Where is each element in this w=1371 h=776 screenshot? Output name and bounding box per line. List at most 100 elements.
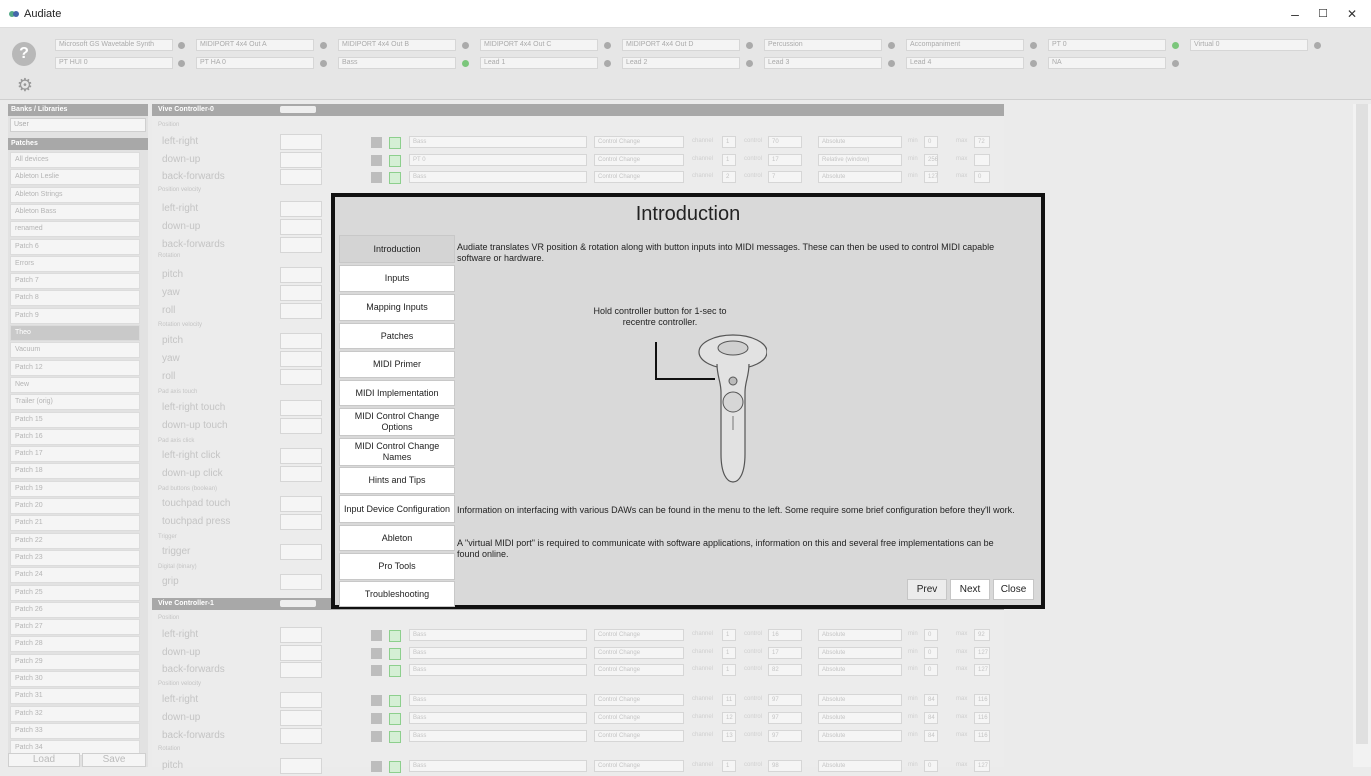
enable-toggle[interactable] [371, 665, 382, 676]
min-field[interactable]: 0 [924, 647, 938, 659]
active-indicator[interactable] [389, 665, 401, 677]
patch-item[interactable]: Patch 26 [10, 601, 140, 618]
mode-select[interactable]: Absolute [818, 629, 902, 641]
mode-select[interactable]: Absolute [818, 136, 902, 148]
help-nav-item[interactable]: MIDI Control Change Names [339, 438, 455, 466]
max-field[interactable]: 127 [974, 647, 990, 659]
message-type-select[interactable]: Control Change [594, 136, 684, 148]
patch-item[interactable]: Patch 16 [10, 428, 140, 445]
control-field[interactable]: 7 [768, 171, 802, 183]
max-field[interactable]: 72 [974, 136, 990, 148]
enable-toggle[interactable] [371, 713, 382, 724]
port-status-dot[interactable] [1030, 42, 1037, 49]
control-field[interactable]: 17 [768, 647, 802, 659]
patch-item[interactable]: Patch 32 [10, 705, 140, 722]
channel-field[interactable]: 2 [722, 171, 736, 183]
channel-field[interactable]: 12 [722, 712, 736, 724]
control-field[interactable]: 17 [768, 154, 802, 166]
message-type-select[interactable]: Control Change [594, 154, 684, 166]
max-field[interactable]: 116 [974, 730, 990, 742]
help-nav-item[interactable]: MIDI Implementation [339, 380, 455, 406]
control-field[interactable]: 82 [768, 664, 802, 676]
message-type-select[interactable]: Control Change [594, 664, 684, 676]
help-nav-item[interactable]: Hints and Tips [339, 467, 455, 494]
control-field[interactable]: 98 [768, 760, 802, 772]
port-status-dot[interactable] [746, 42, 753, 49]
port-status-dot[interactable] [1172, 60, 1179, 67]
controller-0-toggle[interactable] [280, 106, 316, 113]
help-nav-item[interactable]: Ableton [339, 525, 455, 551]
message-type-select[interactable]: Control Change [594, 760, 684, 772]
active-indicator[interactable] [389, 155, 401, 167]
active-indicator[interactable] [389, 630, 401, 642]
midi-port[interactable]: MIDIPORT 4x4 Out C [480, 39, 598, 51]
load-button[interactable]: Load [8, 753, 80, 767]
max-field[interactable]: 127 [974, 760, 990, 772]
midi-port[interactable]: Lead 3 [764, 57, 882, 69]
patch-item[interactable]: Theo [10, 325, 140, 341]
channel-field[interactable]: 1 [722, 664, 736, 676]
patch-item[interactable]: Ableton Strings [10, 186, 140, 203]
midi-port[interactable]: Percussion [764, 39, 882, 51]
port-select[interactable]: Bass [409, 136, 587, 148]
scrollbar-thumb[interactable] [1356, 104, 1368, 744]
active-indicator[interactable] [389, 761, 401, 773]
patch-item[interactable]: Patch 24 [10, 567, 140, 584]
active-indicator[interactable] [389, 713, 401, 725]
active-indicator[interactable] [389, 137, 401, 149]
maximize-button[interactable]: ☐ [1309, 4, 1337, 24]
min-field[interactable]: 84 [924, 694, 938, 706]
min-field[interactable]: 0 [924, 760, 938, 772]
min-field[interactable]: 84 [924, 712, 938, 724]
patch-item[interactable]: Patch 21 [10, 515, 140, 532]
max-field[interactable]: 116 [974, 694, 990, 706]
port-select[interactable]: PT 0 [409, 154, 587, 166]
midi-port[interactable]: Virtual 0 [1190, 39, 1308, 51]
patch-item[interactable]: Patch 22 [10, 532, 140, 549]
message-type-select[interactable]: Control Change [594, 730, 684, 742]
max-field[interactable]: 116 [974, 712, 990, 724]
patch-item[interactable]: Vacuum [10, 342, 140, 359]
port-select[interactable]: Bass [409, 730, 587, 742]
help-nav-item[interactable]: Troubleshooting [339, 581, 455, 607]
midi-port[interactable]: Lead 4 [906, 57, 1024, 69]
patch-item[interactable]: Patch 20 [10, 498, 140, 514]
patch-item[interactable]: renamed [10, 221, 140, 238]
port-status-dot[interactable] [888, 42, 895, 49]
midi-port[interactable]: PT HUI 0 [55, 57, 173, 69]
patch-item[interactable]: Ableton Leslie [10, 169, 140, 186]
message-type-select[interactable]: Control Change [594, 712, 684, 724]
patch-item[interactable]: Patch 18 [10, 463, 140, 480]
patch-item[interactable]: Patch 23 [10, 549, 140, 566]
channel-field[interactable]: 1 [722, 629, 736, 641]
port-select[interactable]: Bass [409, 712, 587, 724]
help-nav-item[interactable]: MIDI Control Change Options [339, 408, 455, 436]
min-field[interactable]: 84 [924, 730, 938, 742]
save-button[interactable]: Save [82, 753, 146, 767]
port-status-dot[interactable] [604, 42, 611, 49]
minimize-button[interactable]: – [1281, 4, 1309, 24]
patch-item[interactable]: Patch 19 [10, 480, 140, 497]
port-status-dot[interactable] [1030, 60, 1037, 67]
channel-field[interactable]: 1 [722, 136, 736, 148]
channel-field[interactable]: 1 [722, 647, 736, 659]
help-nav-item[interactable]: Mapping Inputs [339, 294, 455, 321]
enable-toggle[interactable] [371, 648, 382, 659]
active-indicator[interactable] [389, 172, 401, 184]
message-type-select[interactable]: Control Change [594, 694, 684, 706]
help-nav-item[interactable]: Input Device Configuration [339, 495, 455, 523]
mode-select[interactable]: Absolute [818, 664, 902, 676]
patch-item[interactable]: Patch 9 [10, 307, 140, 324]
port-select[interactable]: Bass [409, 760, 587, 772]
patch-item[interactable]: Patch 29 [10, 653, 140, 670]
midi-port[interactable]: MIDIPORT 4x4 Out D [622, 39, 740, 51]
port-status-dot[interactable] [178, 42, 185, 49]
max-field[interactable]: 0 [974, 171, 990, 183]
mode-select[interactable]: Absolute [818, 171, 902, 183]
patch-item[interactable]: New [10, 376, 140, 393]
midi-port[interactable]: Microsoft GS Wavetable Synth [55, 39, 173, 51]
control-field[interactable]: 97 [768, 730, 802, 742]
midi-port[interactable]: Accompaniment [906, 39, 1024, 51]
patch-item[interactable]: All devices [10, 152, 140, 168]
midi-port[interactable]: NA [1048, 57, 1166, 69]
